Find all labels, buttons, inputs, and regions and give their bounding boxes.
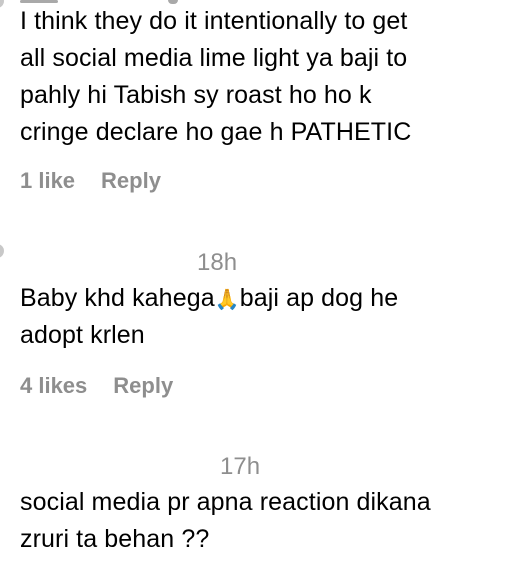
avatar-partial[interactable] [0, 0, 4, 8]
avatar-partial[interactable] [0, 244, 4, 258]
comment-text: social media pr apna reaction dikana zru… [20, 488, 431, 553]
folded-hands-icon: 🙏 [214, 289, 240, 311]
reply-button[interactable]: Reply [101, 168, 161, 194]
comment-timestamp: 18h [197, 249, 238, 276]
comment-timestamp: 17h [220, 453, 261, 480]
comment-text: I think they do it intentionally to get … [20, 7, 412, 146]
comment-actions: 4 likes Reply [20, 373, 173, 399]
like-count[interactable]: 4 likes [20, 373, 87, 399]
like-count[interactable]: 1 like [20, 168, 75, 194]
comment-actions: 1 like Reply [20, 168, 161, 194]
comment-text-part: Baby khd kahega [20, 284, 215, 312]
reply-button[interactable]: Reply [113, 373, 173, 399]
comment-text: Baby khd kahega🙏baji ap dog he adopt krl… [20, 280, 496, 354]
